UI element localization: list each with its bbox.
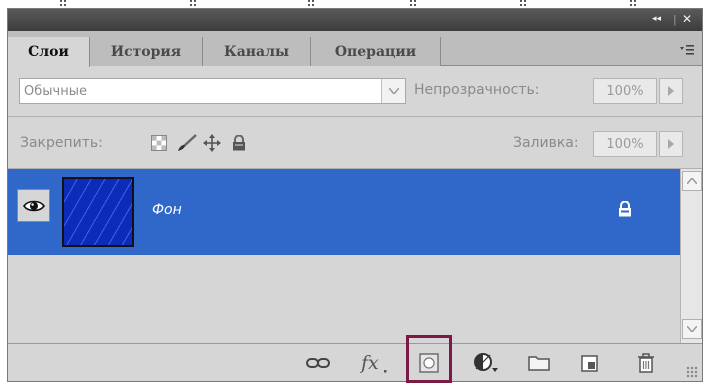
layers-panel: ◂◂ | ✕ Слои История Каналы Операции Обыч… bbox=[7, 8, 703, 383]
opacity-label: Непрозрачность: bbox=[414, 82, 540, 98]
divider bbox=[8, 116, 702, 117]
close-panel-button[interactable]: ✕ bbox=[682, 12, 692, 26]
adjustment-layer-icon[interactable] bbox=[472, 352, 500, 374]
scroll-down-button[interactable] bbox=[682, 319, 702, 339]
top-strip bbox=[0, 0, 703, 8]
folder-icon[interactable] bbox=[527, 352, 551, 374]
chevron-right-icon bbox=[668, 139, 674, 149]
layer-row[interactable]: Фон bbox=[8, 169, 680, 255]
fill-input[interactable]: 100% bbox=[593, 131, 657, 157]
chevron-down-icon bbox=[687, 326, 697, 332]
layer-mask-icon[interactable] bbox=[418, 352, 440, 374]
lock-icon bbox=[618, 200, 632, 221]
layer-list-scrollbar[interactable] bbox=[680, 169, 702, 343]
fill-label: Заливка: bbox=[513, 135, 579, 151]
layer-name[interactable]: Фон bbox=[152, 202, 182, 218]
trash-icon[interactable] bbox=[636, 352, 656, 374]
layer-actions-bar: fx bbox=[8, 335, 702, 383]
panel-titlebar: ◂◂ | ✕ bbox=[8, 9, 702, 31]
blend-mode-value: Обычные bbox=[24, 83, 87, 99]
scroll-up-button[interactable] bbox=[682, 171, 702, 191]
lock-all-icon[interactable] bbox=[230, 134, 248, 152]
layer-thumbnail[interactable] bbox=[62, 177, 134, 247]
tab-label: Операции bbox=[334, 43, 417, 60]
new-layer-icon[interactable] bbox=[579, 352, 601, 374]
lock-image-icon[interactable] bbox=[176, 134, 198, 152]
collapse-panel-button[interactable]: ◂◂ bbox=[652, 14, 661, 24]
link-layers-icon[interactable] bbox=[304, 352, 332, 374]
layer-list: Фон bbox=[8, 169, 680, 343]
fill-value: 100% bbox=[606, 136, 644, 152]
resize-grip[interactable] bbox=[686, 366, 698, 378]
panel-menu-icon[interactable] bbox=[680, 44, 694, 58]
tab-actions[interactable]: Операции bbox=[311, 37, 441, 66]
titlebar-separator: | bbox=[673, 13, 677, 26]
lock-label: Закрепить: bbox=[20, 135, 103, 151]
tab-label: Каналы bbox=[223, 43, 290, 60]
lock-position-icon[interactable] bbox=[203, 134, 221, 152]
visibility-toggle[interactable] bbox=[17, 189, 50, 222]
fill-slider-button[interactable] bbox=[659, 131, 683, 157]
opacity-value: 100% bbox=[606, 83, 644, 99]
svg-text:fx: fx bbox=[360, 352, 379, 374]
tab-label: Слои bbox=[28, 44, 69, 60]
blend-mode-select[interactable]: Обычные bbox=[19, 78, 406, 104]
lock-transparent-icon[interactable] bbox=[150, 134, 168, 152]
tab-label: История bbox=[110, 43, 182, 60]
opacity-slider-button[interactable] bbox=[659, 78, 683, 104]
chevron-down-icon[interactable] bbox=[381, 79, 405, 103]
tab-history[interactable]: История bbox=[90, 37, 203, 66]
eye-icon bbox=[22, 200, 45, 211]
chevron-up-icon bbox=[687, 178, 697, 184]
panel-tabs: Слои История Каналы Операции bbox=[8, 31, 702, 67]
opacity-input[interactable]: 100% bbox=[593, 78, 657, 104]
blend-opacity-row: Обычные Непрозрачность: 100% bbox=[8, 66, 702, 116]
chevron-right-icon bbox=[668, 86, 674, 96]
tab-layers[interactable]: Слои bbox=[8, 37, 90, 67]
lock-fill-row: Закрепить: Заливка: 100% bbox=[8, 119, 702, 167]
tab-channels[interactable]: Каналы bbox=[203, 37, 311, 66]
fx-icon[interactable]: fx bbox=[360, 352, 390, 374]
